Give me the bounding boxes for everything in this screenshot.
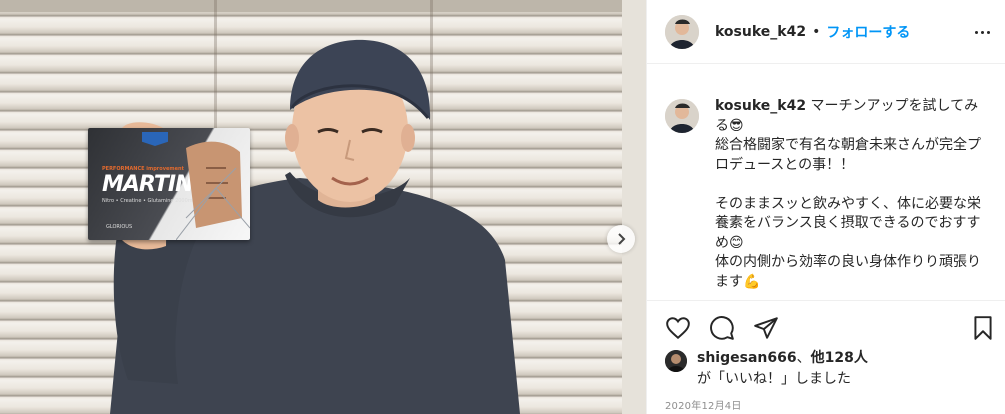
product-model-image [176, 141, 250, 240]
liked-by-suffix: が「いいね！」しました [697, 371, 851, 387]
caption-username[interactable]: kosuke_k42 [715, 98, 806, 114]
avatar-image [665, 99, 699, 133]
avatar-image [665, 350, 687, 372]
liked-by-separator: 、 [796, 350, 811, 366]
product-badge [142, 132, 168, 146]
chevron-right-icon [618, 233, 626, 245]
heart-icon[interactable] [665, 315, 691, 341]
post-side-panel: kosuke_k42 • フォローする kosuke_k42 マーチンアップを試… [646, 0, 1005, 414]
avatar[interactable] [665, 99, 699, 133]
avatar[interactable] [665, 350, 687, 372]
liked-by-others[interactable]: 他128人 [811, 350, 868, 366]
carousel-next-button[interactable] [607, 225, 635, 253]
caption-body: マーチンアップを試してみる😎 総合格闘家で有名な朝倉未来さんが完全プロデュースと… [715, 98, 981, 290]
post-photo: PERFORMANCE improvement MARTIN-UP Nitro … [0, 0, 646, 414]
product-package: PERFORMANCE improvement MARTIN-UP Nitro … [88, 128, 250, 240]
liked-by-user[interactable]: shigesan666 [697, 350, 797, 366]
caption: kosuke_k42 マーチンアップを試してみる😎 総合格闘家で有名な朝倉未来さ… [665, 97, 995, 299]
caption-text: kosuke_k42 マーチンアップを試してみる😎 総合格闘家で有名な朝倉未来さ… [715, 97, 990, 299]
bookmark-icon[interactable] [970, 315, 996, 341]
likes-text: shigesan666、他128人 が「いいね！」しました [697, 348, 868, 392]
comment-icon[interactable] [709, 315, 735, 341]
follow-button[interactable]: フォローする [826, 22, 910, 42]
post-header: kosuke_k42 • フォローする [647, 0, 1005, 64]
more-options-icon[interactable] [972, 24, 992, 40]
product-brand: GLORIOUS [106, 224, 133, 230]
username-link[interactable]: kosuke_k42 [715, 24, 806, 40]
likes-section: shigesan666、他128人 が「いいね！」しました [665, 348, 995, 392]
post-date[interactable]: 2020年12月4日 [665, 397, 742, 412]
avatar[interactable] [665, 14, 699, 49]
separator-dot: • [812, 23, 821, 40]
avatar-image [665, 14, 699, 49]
share-icon[interactable] [753, 315, 779, 341]
